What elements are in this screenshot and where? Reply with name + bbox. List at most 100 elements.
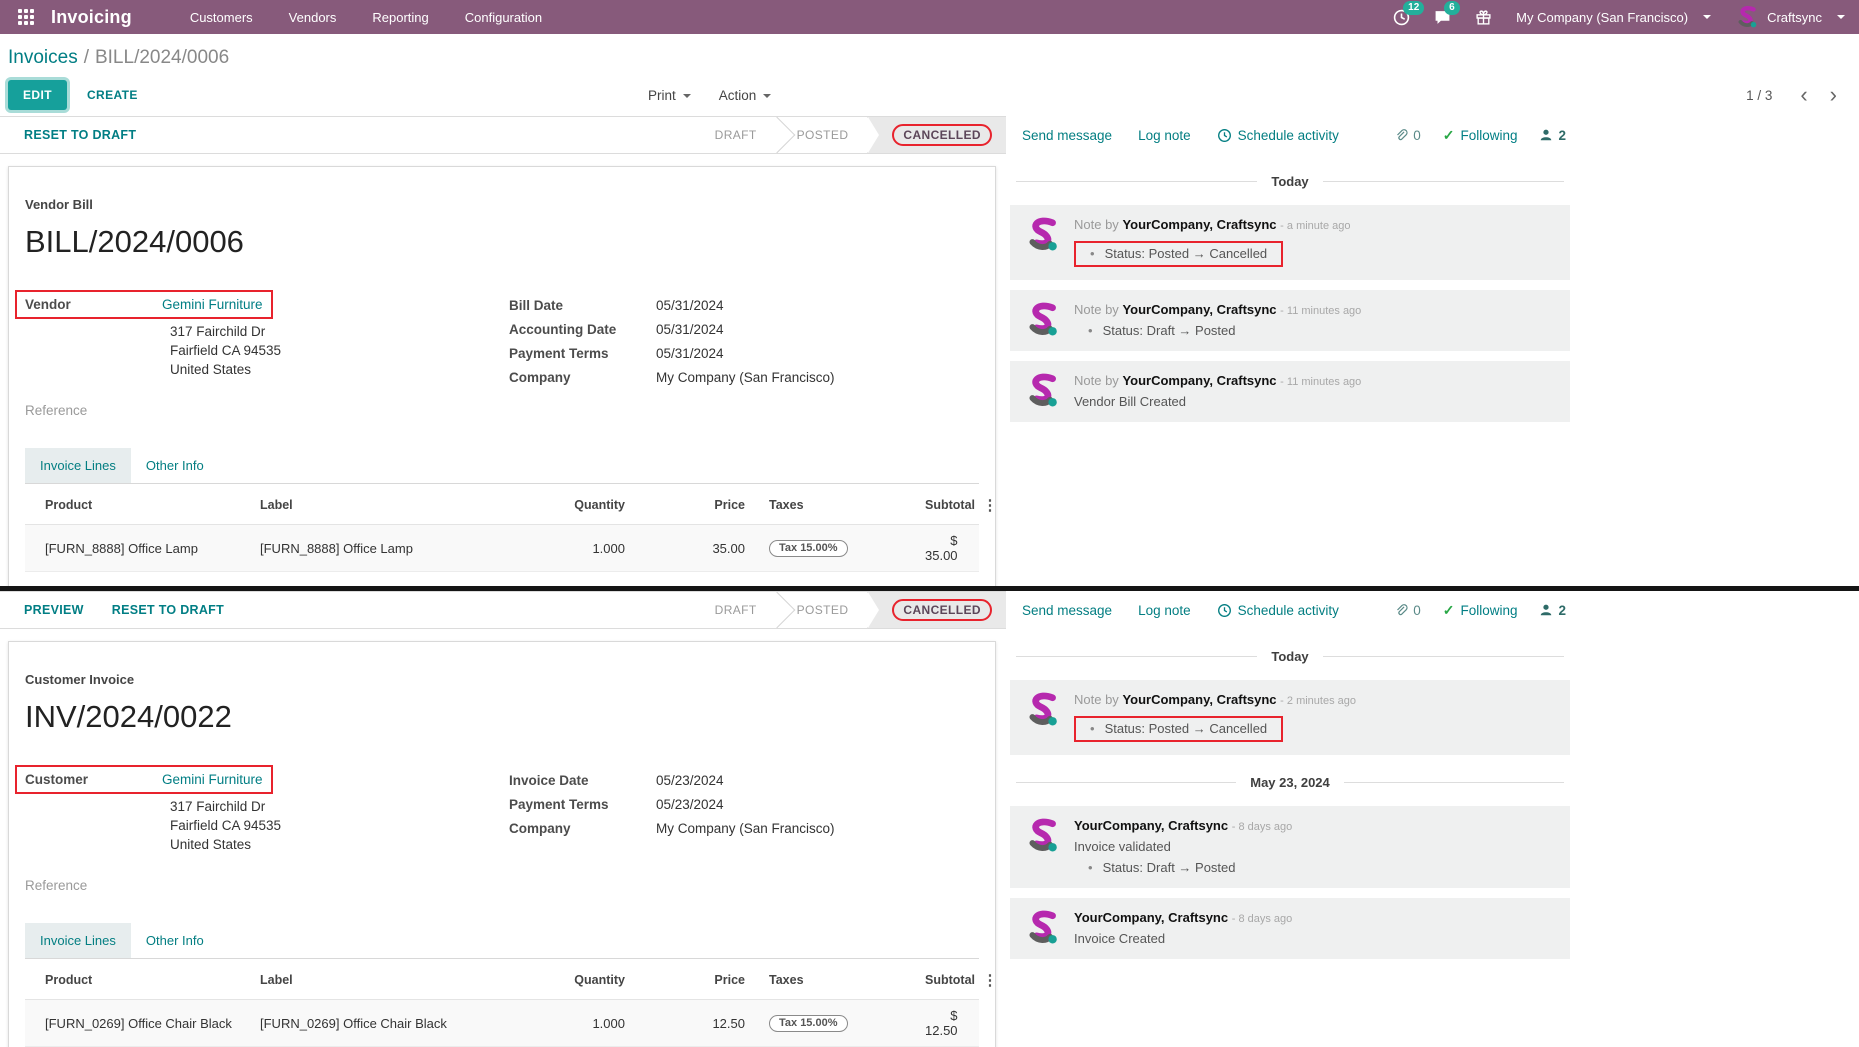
breadcrumb-invoices[interactable]: Invoices: [8, 47, 78, 68]
reset-to-draft-button[interactable]: RESET TO DRAFT: [24, 128, 136, 142]
print-dropdown[interactable]: Print: [648, 88, 691, 103]
edit-button[interactable]: EDIT: [8, 80, 67, 110]
invoice-sheet: Customer Invoice INV/2024/0022 Customer …: [8, 641, 996, 1047]
send-message-button[interactable]: Send message: [1022, 128, 1112, 143]
company-name: My Company (San Francisco): [1516, 10, 1688, 25]
apps-grid-icon[interactable]: [18, 9, 35, 26]
chatter-message: Note by YourCompany, Craftsync - 2 minut…: [1010, 680, 1570, 755]
tab-other-info[interactable]: Other Info: [131, 448, 219, 483]
chatter-message: Note by YourCompany, Craftsync - 11 minu…: [1010, 361, 1570, 422]
message-timestamp: - 2 minutes ago: [1280, 695, 1356, 707]
bill-status-steps: DRAFT POSTED CANCELLED: [695, 117, 1006, 153]
check-icon: ✓: [1443, 127, 1455, 144]
schedule-activity-button[interactable]: Schedule activity: [1217, 603, 1339, 618]
chevron-down-icon: [1703, 15, 1711, 19]
followers-button[interactable]: 2: [1539, 128, 1566, 143]
reference-field-label[interactable]: Reference: [25, 878, 497, 893]
reset-to-draft-button[interactable]: RESET TO DRAFT: [112, 603, 224, 617]
customer-address: 317 Fairchild Dr Fairfield CA 94535 Unit…: [170, 797, 497, 854]
vendor-address: 317 Fairchild Dr Fairfield CA 94535 Unit…: [170, 322, 497, 379]
menu-customers[interactable]: Customers: [190, 10, 253, 25]
customer-link[interactable]: Gemini Furniture: [162, 772, 263, 787]
accounting-date-value[interactable]: 05/31/2024: [656, 322, 724, 337]
bill-date-value[interactable]: 05/31/2024: [656, 298, 724, 313]
message-author[interactable]: YourCompany, Craftsync: [1122, 373, 1276, 388]
company-link[interactable]: My Company (San Francisco): [656, 370, 835, 385]
table-row[interactable]: [FURN_8888] Office Lamp [FURN_8888] Offi…: [25, 525, 979, 572]
annotation-box-customer: Customer Gemini Furniture: [15, 765, 273, 794]
following-button[interactable]: ✓ Following: [1443, 127, 1518, 144]
date-divider: Today: [1010, 649, 1570, 664]
table-options-icon[interactable]: ⋮: [975, 496, 1005, 514]
paperclip-icon: [1394, 128, 1408, 142]
notebook-tabs: Invoice Lines Other Info: [25, 923, 979, 959]
payment-terms-value[interactable]: 05/23/2024: [656, 797, 724, 812]
pager-next-icon[interactable]: ›: [1824, 85, 1843, 105]
payment-terms-value[interactable]: 05/31/2024: [656, 346, 724, 361]
menu-vendors[interactable]: Vendors: [289, 10, 337, 25]
log-note-button[interactable]: Log note: [1138, 603, 1191, 618]
person-icon: [1539, 603, 1553, 617]
reference-field-label[interactable]: Reference: [25, 403, 497, 418]
table-row[interactable]: [FURN_0269] Office Chair Black [FURN_026…: [25, 1000, 979, 1047]
activities-icon[interactable]: 12: [1393, 9, 1410, 26]
chevron-down-icon: [1837, 15, 1845, 19]
tab-other-info[interactable]: Other Info: [131, 923, 219, 958]
messages-icon[interactable]: 6: [1434, 9, 1451, 26]
message-timestamp: - 11 minutes ago: [1280, 376, 1361, 388]
message-count-badge: 6: [1444, 1, 1460, 15]
company-switcher[interactable]: My Company (San Francisco): [1516, 10, 1711, 25]
message-timestamp: - 8 days ago: [1232, 913, 1293, 925]
person-icon: [1539, 128, 1553, 142]
document-type-label: Customer Invoice: [25, 672, 979, 687]
log-note-button[interactable]: Log note: [1138, 128, 1191, 143]
user-name: Craftsync: [1767, 10, 1822, 25]
table-header-row: Product Label Quantity Price Taxes Subto…: [25, 959, 979, 1000]
invoice-date-value[interactable]: 05/23/2024: [656, 773, 724, 788]
chatter-message: YourCompany, Craftsync - 8 days ago Invo…: [1010, 898, 1570, 959]
message-author[interactable]: YourCompany, Craftsync: [1122, 217, 1276, 232]
message-author[interactable]: YourCompany, Craftsync: [1074, 910, 1228, 925]
menu-configuration[interactable]: Configuration: [465, 10, 542, 25]
breadcrumb: Invoices/BILL/2024/0006: [0, 34, 1859, 74]
action-dropdown[interactable]: Action: [719, 88, 772, 103]
attachments-button[interactable]: 0: [1394, 128, 1421, 143]
message-author[interactable]: YourCompany, Craftsync: [1122, 692, 1276, 707]
gift-icon[interactable]: [1475, 9, 1492, 26]
table-options-icon[interactable]: ⋮: [975, 971, 1005, 989]
create-button[interactable]: CREATE: [87, 88, 138, 102]
control-panel: EDIT CREATE Print Action 1 / 3 ‹ ›: [0, 74, 1859, 116]
payment-terms-label: Payment Terms: [509, 346, 644, 361]
invoice-chatter: Send message Log note Schedule activity …: [1006, 591, 1859, 1047]
vendor-link[interactable]: Gemini Furniture: [162, 297, 263, 312]
message-timestamp: - 11 minutes ago: [1280, 305, 1361, 317]
date-divider: May 23, 2024: [1010, 775, 1570, 790]
company-label: Company: [509, 370, 644, 385]
attachments-button[interactable]: 0: [1394, 603, 1421, 618]
message-author[interactable]: YourCompany, Craftsync: [1122, 302, 1276, 317]
tab-invoice-lines[interactable]: Invoice Lines: [25, 448, 131, 483]
customer-field-label: Customer: [25, 772, 162, 787]
main-menu: Customers Vendors Reporting Configuratio…: [190, 10, 542, 25]
followers-button[interactable]: 2: [1539, 603, 1566, 618]
annotation-box-cancelled: CANCELLED: [892, 599, 992, 621]
preview-button[interactable]: PREVIEW: [24, 603, 84, 617]
status-step-cancelled[interactable]: CANCELLED: [868, 592, 1006, 628]
user-menu[interactable]: Craftsync: [1735, 5, 1845, 29]
company-link[interactable]: My Company (San Francisco): [656, 821, 835, 836]
app-title[interactable]: Invoicing: [51, 7, 132, 28]
breadcrumb-current: BILL/2024/0006: [95, 47, 229, 68]
bill-form-column: RESET TO DRAFT DRAFT POSTED CANCELLED Ve…: [0, 116, 1006, 586]
send-message-button[interactable]: Send message: [1022, 603, 1112, 618]
status-step-cancelled[interactable]: CANCELLED: [868, 117, 1006, 153]
invoice-statusbar: PREVIEW RESET TO DRAFT DRAFT POSTED CANC…: [0, 591, 1006, 629]
bill-dates-group: Bill Date05/31/2024 Accounting Date05/31…: [509, 290, 835, 418]
schedule-activity-button[interactable]: Schedule activity: [1217, 128, 1339, 143]
tab-invoice-lines[interactable]: Invoice Lines: [25, 923, 131, 958]
pager-previous-icon[interactable]: ‹: [1794, 85, 1813, 105]
following-button[interactable]: ✓ Following: [1443, 602, 1518, 619]
chevron-down-icon: [683, 94, 691, 98]
message-timestamp: - 8 days ago: [1232, 821, 1293, 833]
message-author[interactable]: YourCompany, Craftsync: [1074, 818, 1228, 833]
menu-reporting[interactable]: Reporting: [372, 10, 428, 25]
